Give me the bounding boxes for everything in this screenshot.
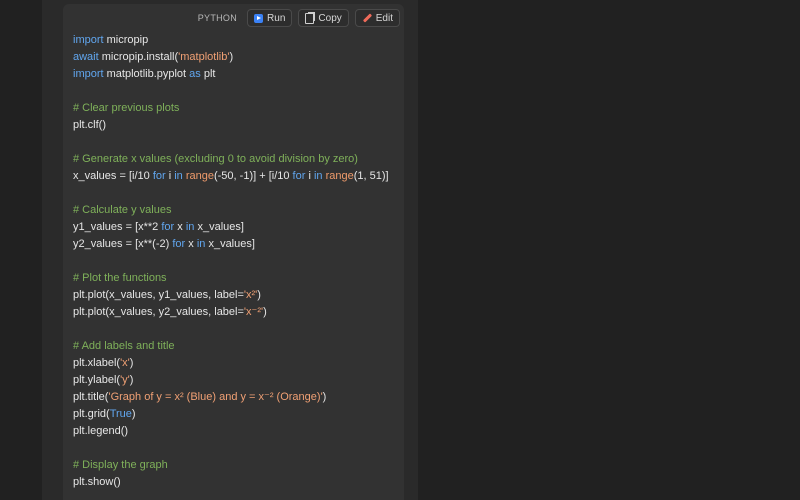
code-token: (-50, -1)] + [i/10 xyxy=(213,170,293,182)
code-line: # Generate x values (excluding 0 to avoi… xyxy=(73,151,389,168)
code-line: plt.legend() xyxy=(73,423,389,440)
pencil-icon xyxy=(362,13,372,23)
code-token: True xyxy=(109,408,132,420)
code-line: # Clear previous plots xyxy=(73,100,389,117)
code-line: await micropip.install('matplotlib') xyxy=(73,49,389,66)
code-token: plt.title( xyxy=(73,391,109,403)
code-token: ) xyxy=(131,408,136,420)
code-line: y2_values = [x**(-2) for x in x_values] xyxy=(73,236,389,253)
code-token: in xyxy=(174,170,183,182)
code-token: x xyxy=(174,221,186,233)
code-line: # Add labels and title xyxy=(73,338,389,355)
clipboard-icon xyxy=(305,12,315,24)
code-token: for xyxy=(172,238,186,250)
code-token: plt.show() xyxy=(73,476,121,488)
code-token: for xyxy=(292,170,306,182)
code-token: range xyxy=(325,170,354,182)
code-toolbar: PYTHON Run Copy Edit xyxy=(198,8,400,28)
code-token: x_values] xyxy=(205,238,255,250)
code-token: # Clear previous plots xyxy=(73,102,180,114)
code-token: import xyxy=(73,34,104,46)
code-line: # Calculate y values xyxy=(73,202,389,219)
code-token: 'matplotlib' xyxy=(178,51,230,63)
code-token: # Calculate y values xyxy=(73,204,172,216)
code-line: x_values = [i/10 for i in range(-50, -1)… xyxy=(73,168,389,185)
code-token: y1_values = [x**2 xyxy=(73,221,162,233)
code-token: 'y' xyxy=(120,374,130,386)
code-token: 'x²' xyxy=(243,289,258,301)
code-token: await xyxy=(73,51,99,63)
copy-button[interactable]: Copy xyxy=(298,9,349,27)
code-token: plt.plot(x_values, y2_values, label= xyxy=(73,306,244,318)
code-token: 'Graph of y = x² (Blue) and y = x⁻² (Ora… xyxy=(108,391,323,403)
code-token: i xyxy=(165,170,175,182)
code-token: plt.clf() xyxy=(73,119,106,131)
code-token: x_values = [i/10 xyxy=(73,170,153,182)
code-token: plt.ylabel( xyxy=(73,374,121,386)
edit-label: Edit xyxy=(375,12,393,24)
code-line: plt.clf() xyxy=(73,117,389,134)
code-token: micropip xyxy=(103,34,149,46)
code-token: ) xyxy=(129,357,134,369)
code-token: # Add labels and title xyxy=(73,340,175,352)
code-token: ) xyxy=(257,289,261,301)
code-token: 'x⁻²' xyxy=(243,306,264,318)
left-pane xyxy=(0,0,42,500)
code-line: plt.grid(True) xyxy=(73,406,389,423)
right-pane xyxy=(418,0,800,500)
code-token: # Display the graph xyxy=(73,459,168,471)
code-line: plt.xlabel('x') xyxy=(73,355,389,372)
code-token: range xyxy=(185,170,214,182)
code-line: plt.plot(x_values, y1_values, label='x²'… xyxy=(73,287,389,304)
code-token: as xyxy=(189,68,201,80)
code-block: PYTHON Run Copy Edit import micropip awai… xyxy=(63,4,404,500)
code-token: ) xyxy=(263,306,267,318)
copy-label: Copy xyxy=(318,12,342,24)
code-token: (1, 51)] xyxy=(353,170,389,182)
code-token: y2_values = [x**(-2) xyxy=(73,238,173,250)
code-token: 'x' xyxy=(120,357,130,369)
code-token: i xyxy=(305,170,314,182)
code-token: import xyxy=(73,68,104,80)
code-token: plt.xlabel( xyxy=(73,357,121,369)
code-token: # Plot the functions xyxy=(73,272,167,284)
code-token: ) xyxy=(129,374,134,386)
code-token: matplotlib.pyplot xyxy=(103,68,190,80)
code-token: plt.legend() xyxy=(73,425,129,437)
code-line: plt.show() xyxy=(73,474,389,491)
code-token: micropip.install( xyxy=(98,51,179,63)
code-line: import micropip xyxy=(73,32,389,49)
code-token: x xyxy=(185,238,197,250)
code-line: plt.title('Graph of y = x² (Blue) and y … xyxy=(73,389,389,406)
run-label: Run xyxy=(267,12,286,24)
code-token: plt xyxy=(200,68,216,80)
code-line: plt.plot(x_values, y2_values, label='x⁻²… xyxy=(73,304,389,321)
play-icon xyxy=(254,13,264,23)
code-token: x_values] xyxy=(194,221,244,233)
code-line: import matplotlib.pyplot as plt xyxy=(73,66,389,83)
code-token: for xyxy=(152,170,166,182)
code-content[interactable]: import micropip await micropip.install('m… xyxy=(73,32,389,491)
code-token: plt.grid( xyxy=(73,408,110,420)
edit-button[interactable]: Edit xyxy=(354,9,400,27)
code-token: ) xyxy=(322,391,327,403)
code-line: y1_values = [x**2 for x in x_values] xyxy=(73,219,389,236)
code-line: plt.ylabel('y') xyxy=(73,372,389,389)
language-label: PYTHON xyxy=(197,13,238,23)
code-line: # Display the graph xyxy=(73,457,389,474)
code-token: plt.plot(x_values, y1_values, label= xyxy=(73,289,244,301)
run-button[interactable]: Run xyxy=(247,9,293,27)
code-token: for xyxy=(161,221,175,233)
code-token: # Generate x values (excluding 0 to avoi… xyxy=(73,153,358,165)
code-token: in xyxy=(313,170,323,182)
code-line: # Plot the functions xyxy=(73,270,389,287)
code-token: ) xyxy=(229,51,234,63)
